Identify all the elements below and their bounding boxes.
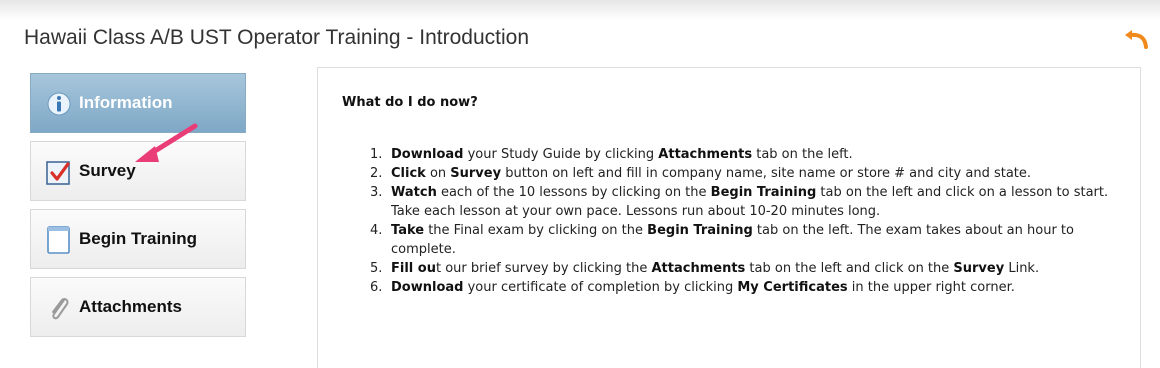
step-text: your certificate of completion by clicki…	[463, 280, 738, 295]
step-text: button on left and fill in company name,…	[501, 166, 1032, 181]
step-emphasis: Begin Training	[710, 185, 817, 200]
instruction-step: 4. Take the Final exam by clicking on the…	[338, 221, 1118, 259]
sidebar-item-information[interactable]: Information	[30, 73, 246, 133]
top-bar-shade	[0, 0, 1160, 20]
back-button[interactable]	[1122, 22, 1152, 52]
instructions-list: 1. Download your Study Guide by clicking …	[338, 145, 1118, 297]
instruction-step: 1. Download your Study Guide by clicking …	[338, 145, 1118, 164]
paperclip-icon	[52, 297, 69, 320]
sidebar-item-attachments[interactable]: Attachments	[30, 277, 246, 337]
step-text: tab on the left and click on the	[745, 261, 954, 276]
step-emphasis: Survey	[450, 166, 502, 181]
step-number: 5.	[370, 261, 383, 276]
instruction-step: 5. Fill out our brief survey by clicking …	[338, 259, 1118, 278]
step-text: Link.	[1004, 261, 1040, 276]
step-emphasis: Download	[391, 147, 464, 162]
step-emphasis: Attachments	[651, 261, 746, 276]
step-text: your Study Guide by clicking	[463, 147, 659, 162]
instruction-step: 3. Watch each of the 10 lessons by clicki…	[338, 183, 1118, 221]
step-text: in the upper right corner.	[847, 280, 1015, 295]
step-emphasis: Attachments	[658, 147, 753, 162]
page-title: Hawaii Class A/B UST Operator Training -…	[24, 26, 529, 49]
step-emphasis: My Certificates	[737, 280, 848, 295]
step-emphasis: Fill ou	[391, 261, 436, 276]
step-number: 4.	[370, 223, 383, 238]
step-emphasis: Survey	[953, 261, 1005, 276]
instruction-step: 6. Download your certificate of completio…	[338, 278, 1118, 297]
step-text: on	[425, 166, 451, 181]
step-text: tab on the left.	[752, 147, 853, 162]
sidebar-item-label: Begin Training	[79, 229, 198, 248]
sidebar-item-survey[interactable]: Survey	[30, 141, 246, 201]
sidebar-item-label: Attachments	[79, 297, 182, 316]
info-icon	[47, 92, 71, 116]
sidebar-item-begin-training[interactable]: Begin Training	[30, 209, 246, 269]
step-emphasis: Watch	[391, 185, 437, 200]
step-text: t our brief survey by clicking the	[435, 261, 652, 276]
step-text: each of the 10 lessons by clicking on th…	[436, 185, 711, 200]
sidebar: Information Survey Begin Training Attach…	[30, 73, 246, 345]
undo-arrow-icon	[1125, 30, 1148, 49]
step-text: the Final exam by clicking on the	[424, 223, 648, 238]
step-emphasis: Take	[391, 223, 425, 238]
step-emphasis: Begin Training	[647, 223, 753, 238]
notebook-icon	[47, 226, 70, 254]
step-emphasis: Download	[391, 280, 464, 295]
checkbox-icon	[46, 161, 70, 185]
step-number: 3.	[370, 185, 383, 200]
sidebar-item-label: Information	[79, 93, 173, 112]
step-emphasis: Click	[391, 166, 426, 181]
step-number: 2.	[370, 166, 383, 181]
sidebar-item-label: Survey	[79, 161, 136, 180]
step-number: 6.	[370, 280, 383, 295]
instruction-step: 2. Click on Survey button on left and fil…	[338, 164, 1118, 183]
instructions-heading: What do I do now?	[342, 95, 478, 110]
step-number: 1.	[370, 147, 383, 162]
instructions-panel: What do I do now? 1. Download your Study …	[317, 67, 1141, 368]
